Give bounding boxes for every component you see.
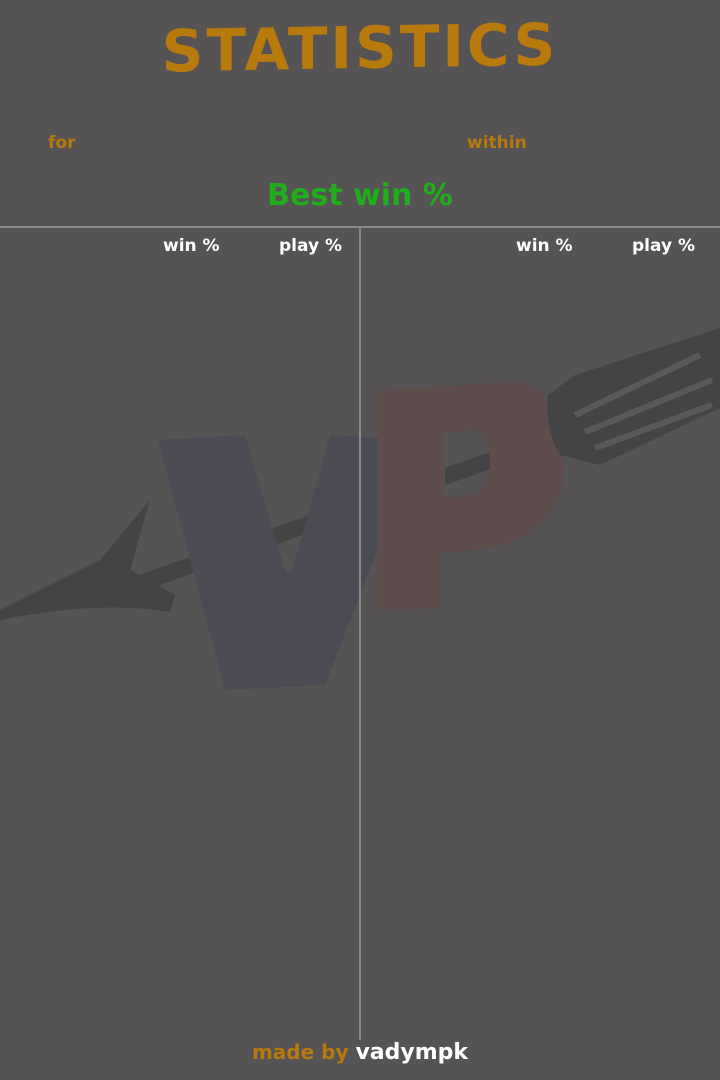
arrow-fletching: [547, 328, 720, 465]
page-title: STATISTICS: [161, 10, 559, 86]
left-win-percent-header[interactable]: win %: [163, 236, 220, 256]
credits-author: vadympk: [355, 1040, 469, 1065]
logo-letter-p: [378, 382, 565, 610]
filter-within-dropdown[interactable]: within: [467, 133, 527, 153]
filter-for-dropdown[interactable]: for: [48, 133, 75, 153]
left-play-percent-header[interactable]: play %: [279, 236, 342, 256]
credits: made by vadympk: [0, 1040, 720, 1065]
credits-made-by: made by: [251, 1040, 349, 1064]
right-win-percent-header[interactable]: win %: [516, 236, 573, 256]
right-play-percent-header[interactable]: play %: [632, 236, 695, 256]
statistics-screen: STATISTICS for within Best win % win % p…: [0, 0, 720, 1080]
column-divider: [359, 228, 361, 1040]
arrow-head: [0, 500, 175, 620]
sort-mode-toggle[interactable]: Best win %: [0, 178, 720, 213]
